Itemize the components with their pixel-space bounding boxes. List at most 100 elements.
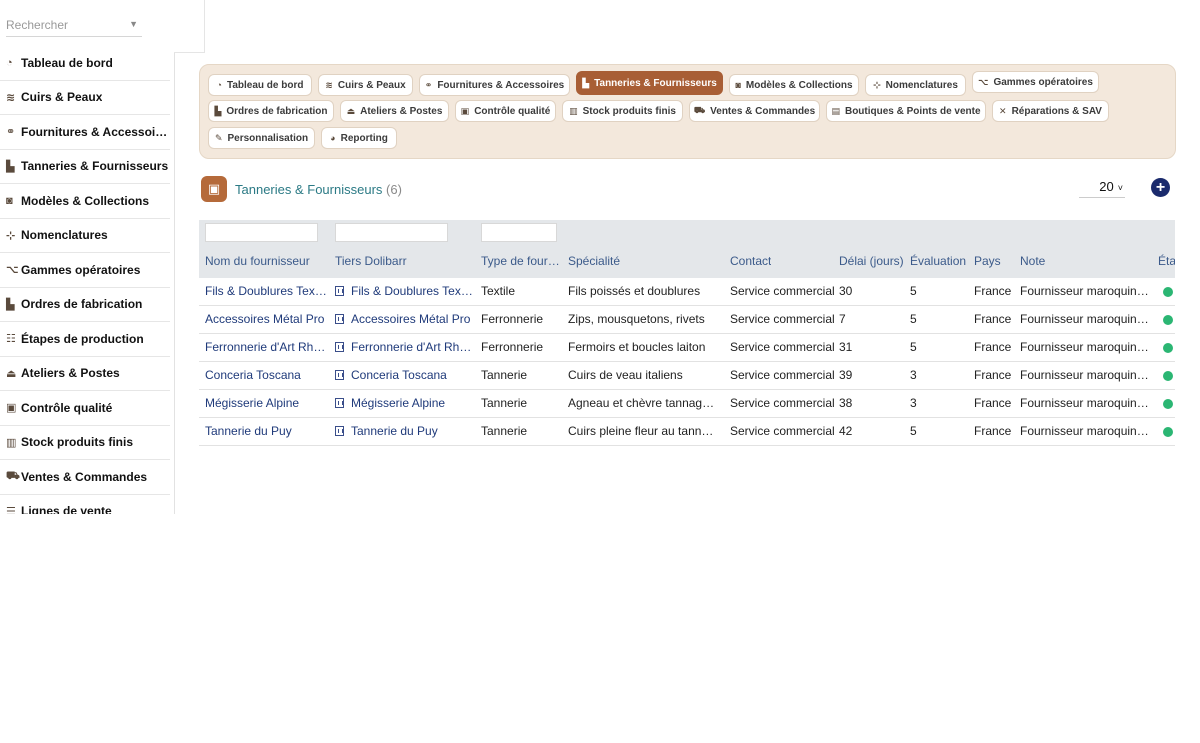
cell-tiers[interactable]: Fils & Doublures Textile: [335, 278, 475, 305]
cell-text: Service commercial: [730, 312, 835, 326]
page-size-select[interactable]: 20 ˅: [1079, 176, 1125, 198]
cart-icon: ⛟: [6, 469, 20, 482]
filter-type-input[interactable]: [481, 223, 557, 242]
cell-tiers[interactable]: Mégisserie Alpine: [335, 390, 445, 417]
table-row[interactable]: Ferronnerie d'Art Rhône Ferronnerie d'Art…: [199, 334, 1175, 362]
cell-pays: France: [974, 390, 1011, 417]
cell-text: Fournisseur maroquinerie: [1020, 312, 1150, 326]
column-header[interactable]: État: [1158, 254, 1175, 268]
cell-nom[interactable]: Mégisserie Alpine: [205, 390, 299, 417]
filter-nom-input[interactable]: [205, 223, 318, 242]
filter-tiers-input[interactable]: [335, 223, 448, 242]
cell-text: Tannerie du Puy: [205, 424, 292, 438]
sidebar-item-13[interactable]: ☰ Lignes de vente: [0, 495, 170, 514]
tab-10[interactable]: ▥ Stock produits finis: [562, 100, 683, 122]
sidebar-item-3[interactable]: ▙ Tanneries & Fournisseurs: [0, 150, 170, 184]
tab-icon: ⊹: [873, 79, 881, 90]
cell-nom[interactable]: Conceria Toscana: [205, 362, 301, 389]
sidebar-item-label: Nomenclatures: [21, 228, 108, 243]
cell-nom[interactable]: Ferronnerie d'Art Rhône: [205, 334, 330, 361]
tab-12[interactable]: ▤ Boutiques & Points de vente: [826, 100, 986, 122]
list-check-icon: ☷: [6, 333, 16, 346]
sidebar-item-5[interactable]: ⊹ Nomenclatures: [0, 219, 170, 253]
cell-text: France: [974, 424, 1012, 438]
tab-label: Nomenclatures: [885, 79, 958, 91]
tab-label: Fournitures & Accessoires: [437, 79, 565, 91]
cell-nom[interactable]: Tannerie du Puy: [205, 418, 292, 445]
table-row[interactable]: Mégisserie Alpine Mégisserie Alpine Tanner…: [199, 390, 1175, 418]
status-dot: [1163, 427, 1173, 437]
table-row[interactable]: Conceria Toscana Conceria Toscana Tannerie…: [199, 362, 1175, 390]
cell-text: Fils & Doublures Textile: [351, 284, 475, 298]
sidebar-item-7[interactable]: ▙ Ordres de fabrication: [0, 288, 170, 322]
tab-2[interactable]: ⚭ Fournitures & Accessoires: [419, 74, 570, 96]
page-title: Tanneries & Fournisseurs (6): [235, 182, 402, 197]
column-header[interactable]: Spécialité: [568, 254, 620, 268]
sidebar-item-4[interactable]: ◙ Modèles & Collections: [0, 184, 170, 219]
tab-13[interactable]: ✕ Réparations & SAV: [992, 100, 1109, 122]
sidebar-item-8[interactable]: ☷ Étapes de production: [0, 322, 170, 357]
cell-tiers[interactable]: Tannerie du Puy: [335, 418, 438, 445]
table-row[interactable]: Fils & Doublures Textile Fils & Doublures…: [199, 278, 1175, 306]
tab-8[interactable]: ⏏ Ateliers & Postes: [340, 100, 449, 122]
sidebar-item-label: Étapes de production: [21, 331, 144, 346]
sidebar-item-11[interactable]: ▥ Stock produits finis: [0, 426, 170, 460]
sidebar-item-10[interactable]: ▣ Contrôle qualité: [0, 391, 170, 426]
tab-7[interactable]: ▙ Ordres de fabrication: [208, 100, 334, 122]
tab-3[interactable]: ▙ Tanneries & Fournisseurs: [576, 71, 723, 95]
table-row[interactable]: Tannerie du Puy Tannerie du Puy Tannerie Cu…: [199, 418, 1175, 446]
column-header[interactable]: Tiers Dolibarr: [335, 254, 407, 268]
tab-11[interactable]: ⛟ Ventes & Commandes: [689, 100, 820, 122]
tab-6[interactable]: ⌥ Gammes opératoires: [972, 71, 1099, 93]
cell-tiers[interactable]: Accessoires Métal Pro: [335, 306, 470, 333]
tab-4[interactable]: ◙ Modèles & Collections: [729, 74, 859, 96]
chevron-down-icon[interactable]: ▼: [129, 19, 138, 29]
sidebar-item-12[interactable]: ⛟ Ventes & Commandes: [0, 460, 170, 495]
cell-note: Fournisseur maroquinerie: [1020, 390, 1150, 417]
sidebar-item-0[interactable]: ◔ Tableau de bord: [0, 46, 170, 81]
sidebar-item-label: Modèles & Collections: [21, 193, 150, 208]
search-input[interactable]: [6, 14, 124, 36]
cell-tiers[interactable]: Conceria Toscana: [335, 362, 447, 389]
column-header[interactable]: Contact: [730, 254, 771, 268]
tab-9[interactable]: ▣ Contrôle qualité: [455, 100, 556, 122]
cell-nom[interactable]: Fils & Doublures Textile: [205, 278, 330, 305]
table-row[interactable]: Accessoires Métal Pro Accessoires Métal P…: [199, 306, 1175, 334]
sidebar: ▼ ◔ Tableau de bord ≋ Cuirs & Peaux ⚭ Fournit…: [0, 0, 175, 514]
column-header[interactable]: Note: [1020, 254, 1045, 268]
cell-note: Fournisseur maroquinerie: [1020, 362, 1150, 389]
column-header[interactable]: Nom du fournisseur: [205, 254, 310, 268]
tab-5[interactable]: ⊹ Nomenclatures: [865, 74, 966, 96]
cell-text: 5: [910, 312, 917, 326]
tab-14[interactable]: ✎ Personnalisation: [208, 127, 315, 149]
sidebar-item-2[interactable]: ⚭ Fournitures & Accessoires: [0, 115, 170, 150]
tab-icon: ≋: [325, 79, 333, 90]
cell-specialite: Fermoirs et boucles laiton: [568, 334, 705, 361]
cell-specialite: Cuirs de veau italiens: [568, 362, 683, 389]
sidebar-item-1[interactable]: ≋ Cuirs & Peaux: [0, 81, 170, 115]
column-header[interactable]: Type de four…: [481, 254, 559, 268]
sitemap-icon: ⊹: [6, 229, 16, 242]
column-header[interactable]: Délai (jours): [839, 254, 904, 268]
tab-label: Cuirs & Peaux: [337, 79, 406, 91]
column-header[interactable]: Pays: [974, 254, 1001, 268]
column-header[interactable]: Évaluation: [910, 254, 966, 268]
chevron-down-icon: ˅: [1117, 183, 1123, 193]
tab-15[interactable]: ◕ Reporting: [321, 127, 397, 149]
tab-0[interactable]: ◔ Tableau de bord: [208, 74, 312, 96]
sidebar-item-9[interactable]: ⏏ Ateliers & Postes: [0, 357, 170, 391]
sidebar-item-6[interactable]: ⌥ Gammes opératoires: [0, 253, 170, 288]
cell-type: Textile: [481, 278, 515, 305]
project-diagram-icon: ⌥: [6, 264, 19, 277]
sidebar-menu: ◔ Tableau de bord ≋ Cuirs & Peaux ⚭ Fournitur…: [0, 46, 170, 514]
cell-specialite: Cuirs pleine fleur au tannag…: [568, 418, 718, 445]
cell-tiers[interactable]: Ferronnerie d'Art Rhône: [335, 334, 475, 361]
cell-nom[interactable]: Accessoires Métal Pro: [205, 306, 324, 333]
building-icon: [335, 314, 344, 324]
cell-text: Ferronnerie d'Art Rhône: [205, 340, 330, 354]
cell-text: Fermoirs et boucles laiton: [568, 340, 706, 354]
industry-icon: ▙: [6, 160, 15, 173]
tab-1[interactable]: ≋ Cuirs & Peaux: [318, 74, 413, 96]
add-record-button[interactable]: +: [1151, 178, 1170, 197]
search-box[interactable]: ▼: [6, 14, 142, 37]
